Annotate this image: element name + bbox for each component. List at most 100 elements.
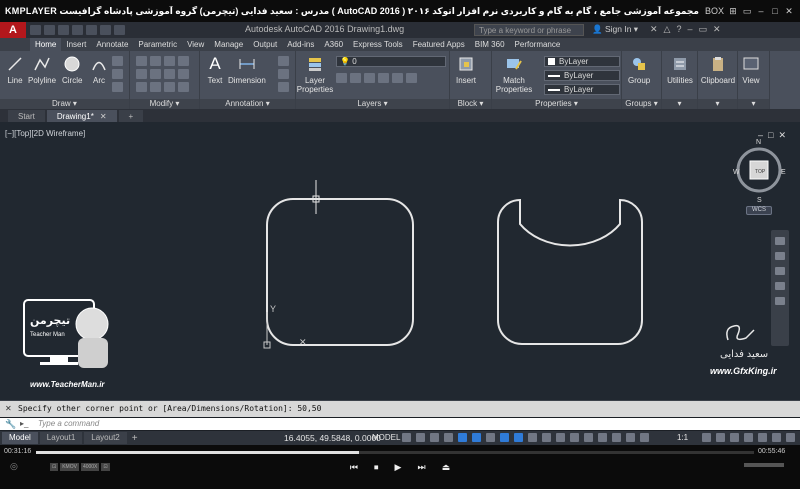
orbit-icon[interactable] xyxy=(775,282,785,290)
eject-icon[interactable]: ⏏ xyxy=(442,462,451,473)
auto-scale-icon[interactable] xyxy=(640,433,649,442)
table-icon[interactable] xyxy=(278,69,289,79)
erase-icon[interactable] xyxy=(178,56,189,66)
window-close-icon[interactable]: ✕ xyxy=(713,24,721,35)
explode-icon[interactable] xyxy=(178,69,189,79)
properties-panel-title[interactable]: Properties ▾ xyxy=(492,99,621,109)
rectangle-icon[interactable] xyxy=(112,56,123,66)
maximize-icon[interactable]: □ xyxy=(770,6,780,16)
selection-filter-icon[interactable] xyxy=(598,433,607,442)
isolate-objects-icon[interactable] xyxy=(758,433,767,442)
mirror-icon[interactable] xyxy=(150,69,161,79)
block-panel-title[interactable]: Block ▾ xyxy=(450,99,491,109)
workspace-gear-icon[interactable] xyxy=(702,433,711,442)
window-restore-icon[interactable]: ▭ xyxy=(699,24,708,35)
polyline-tool[interactable]: Polyline xyxy=(28,55,56,85)
wcs-menu[interactable]: WCS xyxy=(746,206,772,215)
play-icon[interactable]: ▶ xyxy=(395,462,402,473)
tab-annotate[interactable]: Annotate xyxy=(91,38,133,51)
dimension-tool[interactable]: Dimension xyxy=(228,55,266,85)
command-prompt-icon[interactable]: ▸_ xyxy=(20,418,28,430)
next-icon[interactable]: ⏭ xyxy=(417,462,425,473)
isodraft-icon[interactable] xyxy=(486,433,495,442)
drawing-area[interactable]: [−][Top][2D Wireframe] – □ ✕ Y ✕ TOP N S… xyxy=(0,122,800,400)
compact-icon[interactable]: ▭ xyxy=(742,6,752,17)
groups-panel-title[interactable]: Groups ▾ xyxy=(622,99,661,109)
3d-osnap-icon[interactable] xyxy=(570,433,579,442)
fullscreen-icon[interactable]: ⊞ xyxy=(728,6,738,17)
fillet-icon[interactable] xyxy=(164,69,175,79)
tab-add-ins[interactable]: Add-ins xyxy=(282,38,319,51)
annotation-scale[interactable]: 1:1 xyxy=(677,432,688,444)
utilities-panel-title[interactable]: ▾ xyxy=(662,99,697,109)
a360-icon[interactable]: △ xyxy=(664,24,671,35)
ortho-icon[interactable] xyxy=(458,433,467,442)
sign-in-button[interactable]: 👤 Sign In ▾ xyxy=(592,24,638,35)
help-icon[interactable]: ? xyxy=(676,24,681,35)
redo-icon[interactable] xyxy=(114,25,125,35)
open-icon[interactable] xyxy=(44,25,55,35)
annotation-visibility-icon[interactable] xyxy=(626,433,635,442)
dynamic-input-icon[interactable] xyxy=(444,433,453,442)
notched-shape[interactable] xyxy=(497,198,643,345)
layer-isolate-icon[interactable] xyxy=(350,73,361,83)
pan-icon[interactable] xyxy=(775,252,785,260)
gizmo-icon[interactable] xyxy=(612,433,621,442)
new-icon[interactable] xyxy=(30,25,41,35)
save-icon[interactable] xyxy=(58,25,69,35)
draw-panel-title[interactable]: Draw ▾ xyxy=(0,99,129,109)
tab-output[interactable]: Output xyxy=(248,38,282,51)
annotation-more-icon[interactable] xyxy=(278,82,289,92)
offset-icon[interactable] xyxy=(178,82,189,92)
snap-icon[interactable] xyxy=(416,433,425,442)
kmplayer-logo[interactable]: KMPLAYER xyxy=(0,6,57,16)
save-as-icon[interactable] xyxy=(72,25,83,35)
tab-insert[interactable]: Insert xyxy=(61,38,91,51)
rotate-icon[interactable] xyxy=(150,56,161,66)
layer-off-icon[interactable] xyxy=(336,73,347,83)
selection-cycling-icon[interactable] xyxy=(556,433,565,442)
tab-a360[interactable]: A360 xyxy=(319,38,348,51)
modify-panel-title[interactable]: Modify ▾ xyxy=(130,99,199,109)
make-current-icon[interactable] xyxy=(392,73,403,83)
tab-layout2[interactable]: Layout2 xyxy=(84,432,127,444)
command-input[interactable]: Type a command xyxy=(0,418,800,430)
text-tool[interactable]: A Text xyxy=(206,55,224,86)
dynamic-ucs-icon[interactable] xyxy=(584,433,593,442)
grid-icon[interactable] xyxy=(402,433,411,442)
infer-icon[interactable] xyxy=(430,433,439,442)
leader-icon[interactable] xyxy=(278,56,289,66)
layer-freeze-icon[interactable] xyxy=(364,73,375,83)
hardware-acceleration-icon[interactable] xyxy=(772,433,781,442)
copy-icon[interactable] xyxy=(136,69,147,79)
stop-icon[interactable]: ⏹ xyxy=(374,462,379,473)
match-layer-icon[interactable] xyxy=(406,73,417,83)
insert-tool[interactable]: Insert xyxy=(456,55,476,85)
previous-icon[interactable]: ⏮ xyxy=(350,462,358,473)
color-dropdown[interactable]: ByLayer xyxy=(544,56,620,67)
lineweight-dropdown[interactable]: ByLayer xyxy=(544,84,620,95)
object-snap-icon[interactable] xyxy=(514,433,523,442)
plot-icon[interactable] xyxy=(86,25,97,35)
lineweight-icon[interactable] xyxy=(528,433,537,442)
volume-slider[interactable] xyxy=(744,463,784,467)
trim-icon[interactable] xyxy=(164,56,175,66)
close-icon[interactable]: ✕ xyxy=(784,6,794,17)
tab-drawing1[interactable]: Drawing1* ✕ xyxy=(46,110,117,122)
seek-bar[interactable] xyxy=(36,451,754,454)
layer-dropdown[interactable]: 💡 0 xyxy=(336,56,446,67)
tab-parametric[interactable]: Parametric xyxy=(133,38,182,51)
layer-properties-tool[interactable]: Layer Properties xyxy=(297,55,333,94)
arc-tool[interactable]: Arc xyxy=(90,55,108,85)
tab-featured-apps[interactable]: Featured Apps xyxy=(408,38,470,51)
window-minimize-icon[interactable]: – xyxy=(687,24,692,35)
units-icon[interactable] xyxy=(730,433,739,442)
command-close-icon[interactable]: ✕ xyxy=(5,404,12,413)
object-snap-tracking-icon[interactable] xyxy=(500,433,509,442)
scale-icon[interactable] xyxy=(150,82,161,92)
layers-panel-title[interactable]: Layers ▾ xyxy=(296,99,449,109)
annotation-panel-title[interactable]: Annotation ▾ xyxy=(200,99,295,109)
showmotion-icon[interactable] xyxy=(775,297,785,305)
model-space-button[interactable]: MODEL xyxy=(372,432,400,444)
quick-properties-icon[interactable] xyxy=(744,433,753,442)
